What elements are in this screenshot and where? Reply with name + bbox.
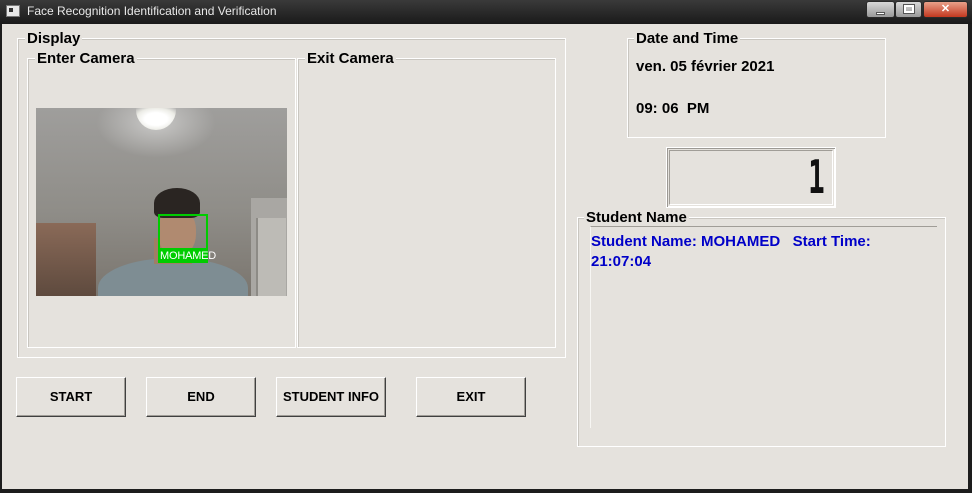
close-button[interactable]: ✕ xyxy=(923,1,968,18)
minimize-icon xyxy=(876,12,885,15)
counter-value: 1 xyxy=(808,150,825,204)
minimize-button[interactable] xyxy=(866,1,895,18)
door xyxy=(256,218,286,296)
start-button[interactable]: START xyxy=(16,377,126,417)
app-window: Face Recognition Identification and Veri… xyxy=(0,0,972,493)
enter-camera-feed: MOHAMED xyxy=(36,108,287,296)
display-group-title: Display xyxy=(25,30,83,47)
student-record-time: 21:07:04 xyxy=(591,253,652,270)
date-label: ven. 05 février 2021 xyxy=(636,58,775,75)
close-icon: ✕ xyxy=(940,3,951,15)
app-icon xyxy=(6,5,20,17)
student-record-line: Student Name: MOHAMED Start Time: xyxy=(591,233,871,250)
datetime-group: Date and Time xyxy=(627,31,886,138)
exit-button[interactable]: EXIT xyxy=(416,377,526,417)
student-info-button[interactable]: STUDENT INFO xyxy=(276,377,386,417)
enter-camera-title: Enter Camera xyxy=(35,50,137,67)
maximize-icon xyxy=(902,4,915,14)
face-label: MOHAMED xyxy=(160,250,217,262)
end-button[interactable]: END xyxy=(146,377,256,417)
title-bar[interactable]: Face Recognition Identification and Veri… xyxy=(0,0,972,24)
maximize-button[interactable] xyxy=(895,1,922,18)
exit-camera-title: Exit Camera xyxy=(305,50,396,67)
face-detection-box xyxy=(158,214,208,250)
exit-camera-group: Exit Camera xyxy=(297,51,556,348)
student-counter-display: 1 xyxy=(666,147,836,208)
client-area: Display Enter Camera Exit Camera MOHAMED… xyxy=(2,24,968,489)
datetime-group-title: Date and Time xyxy=(634,30,741,47)
time-label: 09: 06 PM xyxy=(636,100,710,117)
shelf xyxy=(36,223,96,296)
window-title: Face Recognition Identification and Veri… xyxy=(27,4,277,18)
student-group-title: Student Name xyxy=(584,209,689,226)
